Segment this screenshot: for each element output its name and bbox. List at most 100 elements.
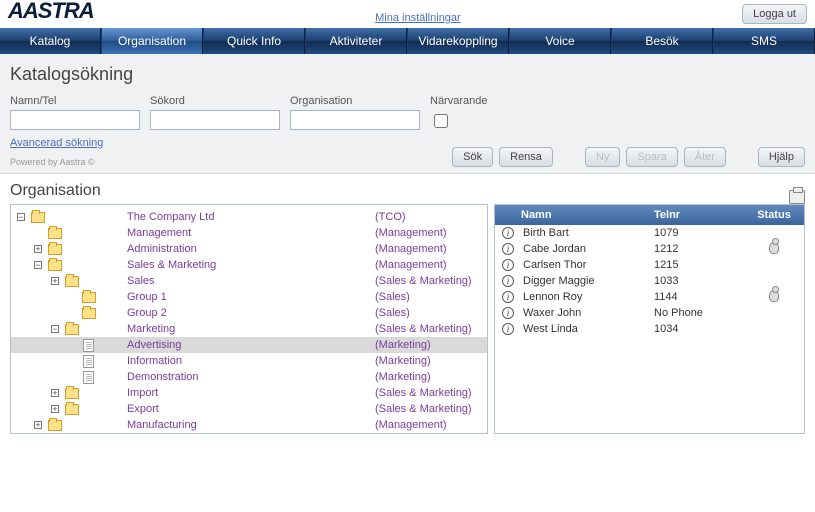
- logo: AASTRA: [8, 0, 94, 24]
- new-button[interactable]: Ny: [585, 147, 620, 167]
- tree-row[interactable]: −Marketing(Sales & Marketing): [11, 321, 487, 337]
- tree-row[interactable]: +Manufacturing(Management): [11, 417, 487, 433]
- folder-icon: [48, 244, 62, 255]
- print-icon[interactable]: [789, 190, 805, 204]
- contact-row[interactable]: iBirth Bart1079: [495, 225, 804, 241]
- contact-name: Carlsen Thor: [517, 259, 654, 271]
- col-tel[interactable]: Telnr: [654, 209, 744, 221]
- tree-parent: (TCO): [375, 211, 406, 223]
- nav-organisation[interactable]: Organisation: [102, 28, 203, 54]
- document-icon: [83, 371, 94, 384]
- collapse-icon[interactable]: −: [51, 325, 59, 333]
- label-keyword: Sökord: [150, 95, 280, 107]
- tree-parent: (Sales & Marketing): [375, 323, 472, 335]
- info-icon[interactable]: i: [502, 259, 514, 271]
- contact-row[interactable]: iWaxer JohnNo Phone: [495, 305, 804, 321]
- tree-label: The Company Ltd: [125, 211, 375, 223]
- folder-icon: [65, 276, 79, 287]
- contact-name: Digger Maggie: [517, 275, 654, 287]
- tree-row[interactable]: −Sales & Marketing(Management): [11, 257, 487, 273]
- tree-parent: (Sales): [375, 291, 410, 303]
- collapse-icon[interactable]: −: [34, 261, 42, 269]
- tree-label: Sales: [125, 275, 375, 287]
- tree-row[interactable]: Information(Marketing): [11, 353, 487, 369]
- input-organisation[interactable]: [290, 110, 420, 130]
- presence-icon: [769, 290, 779, 302]
- search-title: Katalogsökning: [10, 64, 805, 85]
- advanced-search-link[interactable]: Avancerad sökning: [10, 137, 103, 149]
- contact-row[interactable]: iDigger Maggie1033: [495, 273, 804, 289]
- tree-parent: (Marketing): [375, 339, 431, 351]
- tree-row[interactable]: +Administration(Management): [11, 241, 487, 257]
- tree-row[interactable]: Advertising(Marketing): [11, 337, 487, 353]
- save-button[interactable]: Spara: [626, 147, 677, 167]
- search-panel: Katalogsökning Namn/Tel Sökord Organisat…: [0, 54, 815, 174]
- tree-row[interactable]: + Import(Sales & Marketing): [11, 385, 487, 401]
- tree-label: Import: [125, 387, 375, 399]
- info-icon[interactable]: i: [502, 291, 514, 303]
- tree-label: Advertising: [125, 339, 375, 351]
- expand-icon[interactable]: +: [51, 405, 59, 413]
- input-keyword[interactable]: [150, 110, 280, 130]
- tree-row[interactable]: +Export(Sales & Marketing): [11, 401, 487, 417]
- collapse-icon[interactable]: −: [17, 213, 25, 221]
- info-icon[interactable]: i: [502, 227, 514, 239]
- contact-name: West Linda: [517, 323, 654, 335]
- tree-parent: (Management): [375, 259, 447, 271]
- contact-tel: 1079: [654, 227, 744, 239]
- nav-besök[interactable]: Besök: [612, 28, 713, 54]
- document-icon: [83, 355, 94, 368]
- contact-tel: 1144: [654, 291, 744, 303]
- search-button[interactable]: Sök: [452, 147, 493, 167]
- tree-row[interactable]: Demonstration(Marketing): [11, 369, 487, 385]
- reset-button[interactable]: Åter: [684, 147, 726, 167]
- tree-row[interactable]: − The Company Ltd(TCO): [11, 209, 487, 225]
- tree-row[interactable]: Group 2(Sales): [11, 305, 487, 321]
- expand-icon[interactable]: +: [34, 245, 42, 253]
- nav-vidarekoppling[interactable]: Vidarekoppling: [408, 28, 509, 54]
- tree-label: Information: [125, 355, 375, 367]
- contact-tel: 1215: [654, 259, 744, 271]
- folder-icon: [31, 212, 45, 223]
- nav-voice[interactable]: Voice: [510, 28, 611, 54]
- contact-row[interactable]: iWest Linda1034: [495, 321, 804, 337]
- info-icon[interactable]: i: [502, 275, 514, 287]
- tree-parent: (Sales): [375, 307, 410, 319]
- tree-row[interactable]: +Sales(Sales & Marketing): [11, 273, 487, 289]
- nav-katalog[interactable]: Katalog: [0, 28, 101, 54]
- label-name-tel: Namn/Tel: [10, 95, 140, 107]
- label-organisation: Organisation: [290, 95, 420, 107]
- main-nav: KatalogOrganisationQuick InfoAktiviteter…: [0, 28, 815, 54]
- info-icon[interactable]: i: [502, 243, 514, 255]
- nav-quick-info[interactable]: Quick Info: [204, 28, 305, 54]
- nav-sms[interactable]: SMS: [714, 28, 815, 54]
- contact-row[interactable]: iCabe Jordan1212: [495, 241, 804, 257]
- contact-row[interactable]: iCarlsen Thor1215: [495, 257, 804, 273]
- col-status[interactable]: Status: [744, 209, 804, 221]
- label-present: Närvarande: [430, 95, 487, 107]
- info-icon[interactable]: i: [502, 323, 514, 335]
- tree-parent: (Sales & Marketing): [375, 387, 472, 399]
- expand-icon[interactable]: +: [51, 277, 59, 285]
- help-button[interactable]: Hjälp: [758, 147, 805, 167]
- checkbox-present[interactable]: [434, 114, 448, 128]
- tree-parent: (Management): [375, 419, 447, 431]
- tree-parent: (Management): [375, 243, 447, 255]
- contact-name: Cabe Jordan: [517, 243, 654, 255]
- input-name-tel[interactable]: [10, 110, 140, 130]
- clear-button[interactable]: Rensa: [499, 147, 553, 167]
- tree-row[interactable]: Management(Management): [11, 225, 487, 241]
- expand-icon[interactable]: +: [34, 421, 42, 429]
- contact-row[interactable]: iLennon Roy1144: [495, 289, 804, 305]
- tree-label: Group 2: [125, 307, 375, 319]
- tree-parent: (Management): [375, 227, 447, 239]
- expand-icon[interactable]: +: [51, 389, 59, 397]
- info-icon[interactable]: i: [502, 307, 514, 319]
- tree-row[interactable]: Group 1(Sales): [11, 289, 487, 305]
- folder-icon: [48, 260, 62, 271]
- settings-link[interactable]: Mina inställningar: [375, 12, 461, 24]
- folder-icon: [82, 308, 96, 319]
- nav-aktiviteter[interactable]: Aktiviteter: [306, 28, 407, 54]
- logout-button[interactable]: Logga ut: [742, 4, 807, 24]
- col-name[interactable]: Namn: [517, 209, 654, 221]
